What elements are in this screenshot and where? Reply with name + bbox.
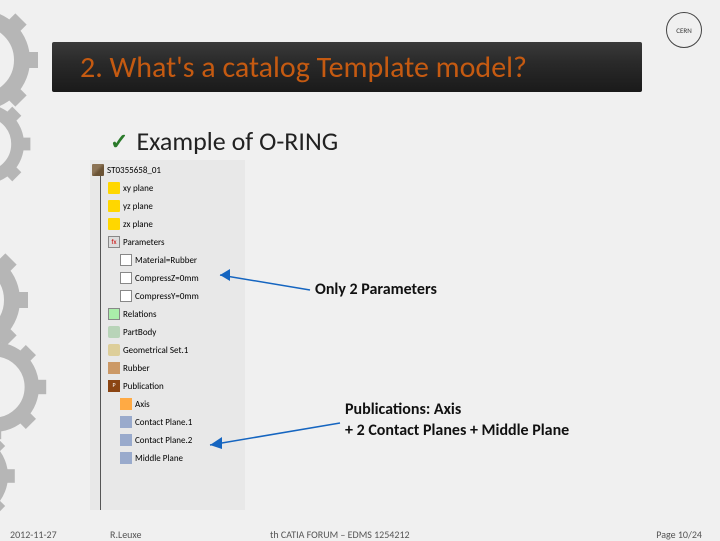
footer-date: 2012-11-27 [10, 528, 57, 541]
bullet-text: Example of O-RING [136, 125, 338, 157]
title-bar: 2. What's a catalog Template model? [52, 42, 642, 92]
tree-root-label: ST0355658_01 [107, 165, 161, 176]
partbody-icon [108, 326, 120, 338]
axis-icon [120, 398, 132, 410]
arrow-params [210, 255, 320, 305]
annotation-pubs: Publications: Axis + 2 Contact Planes + … [345, 400, 569, 442]
tree-geoset: Geometrical Set.1 [90, 343, 245, 357]
tree-plane: xy plane [90, 181, 245, 195]
tree-relations: Relations [90, 307, 245, 321]
cern-logo: CERN [666, 12, 702, 48]
tree-pub-item: Axis [90, 397, 245, 411]
part-icon [92, 164, 104, 176]
tree-rubber: Rubber [90, 361, 245, 375]
slide-title: 2. What's a catalog Template model? [80, 49, 527, 86]
footer-page: Page 10/24 [656, 528, 702, 541]
catia-tree: ST0355658_01 xy plane yz plane zx plane … [90, 160, 245, 510]
param-icon [120, 254, 132, 266]
arrow-pubs [200, 415, 345, 455]
param-icon [120, 272, 132, 284]
contact-plane-icon [120, 434, 132, 446]
plane-icon [108, 218, 120, 230]
tree-plane: zx plane [90, 217, 245, 231]
plane-icon [108, 182, 120, 194]
tree-root: ST0355658_01 [90, 160, 245, 177]
bullet-row: ✓ Example of O-RING [110, 125, 338, 157]
contact-plane-icon [120, 416, 132, 428]
plane-icon [108, 200, 120, 212]
tree-partbody: PartBody [90, 325, 245, 339]
check-icon: ✓ [110, 128, 128, 155]
fx-icon: fx [108, 236, 120, 248]
footer-center: th CATIA FORUM – EDMS 1254212 [270, 528, 410, 541]
relations-icon [108, 308, 120, 320]
tree-params: fxParameters [90, 235, 245, 249]
tree-publication: PPublication [90, 379, 245, 393]
geoset-icon [108, 344, 120, 356]
publication-icon: P [108, 380, 120, 392]
footer-author: R.Leuxe [110, 528, 141, 541]
param-icon [120, 290, 132, 302]
middle-plane-icon [120, 452, 132, 464]
tree-plane: yz plane [90, 199, 245, 213]
annotation-params: Only 2 Parameters [315, 280, 437, 299]
texture-icon [108, 362, 120, 374]
